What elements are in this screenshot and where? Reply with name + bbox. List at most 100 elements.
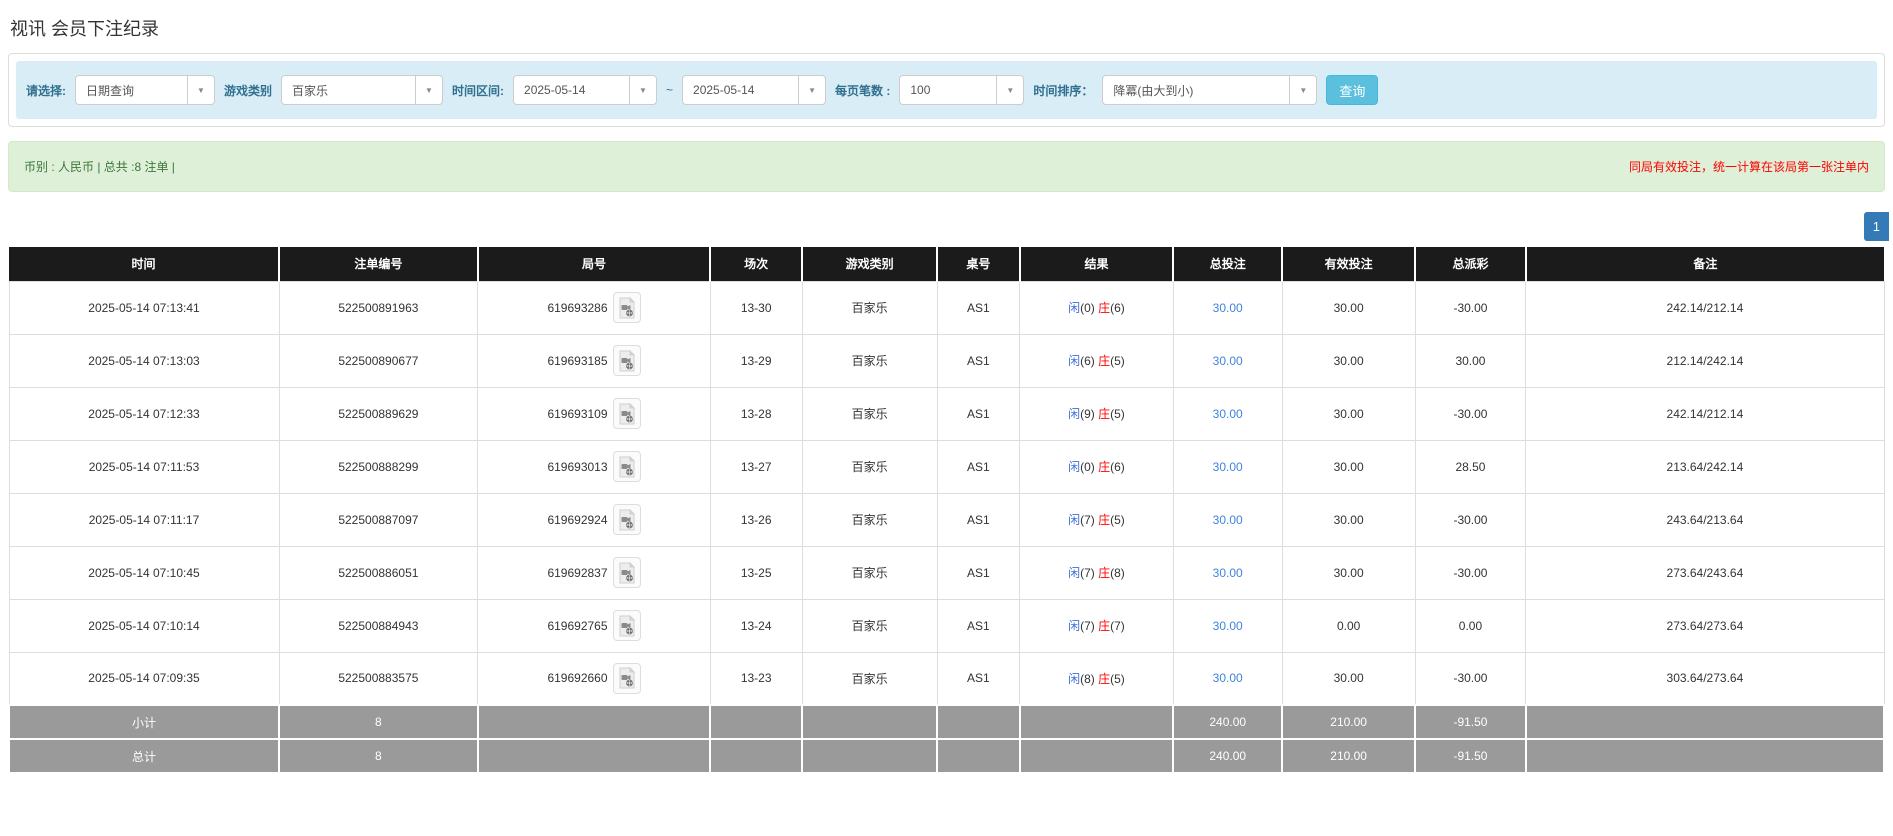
col-header-session: 场次: [709, 247, 804, 281]
video-record-icon[interactable]: [612, 345, 641, 376]
time-cell: 2025-05-14 07:12:33: [8, 386, 280, 441]
note-cell: 213.64/242.14: [1525, 439, 1885, 494]
total-bet-link[interactable]: 30.00: [1213, 619, 1243, 633]
time-cell: 2025-05-14 07:11:17: [8, 492, 280, 547]
subtotal-count: 8: [278, 704, 479, 740]
round-id-value: 619692924: [547, 512, 608, 527]
session-cell: 13-29: [709, 333, 803, 388]
result-player-score: (6): [1080, 354, 1095, 368]
result-banker-label: 庄: [1098, 671, 1111, 686]
table-no-cell: AS1: [936, 545, 1021, 600]
result-player-label: 闲: [1068, 513, 1081, 527]
video-record-icon[interactable]: [612, 451, 641, 482]
valid-bet-cell: 0.00: [1281, 598, 1416, 653]
table-row: 2025-05-14 07:09:35 522500883575 6196926…: [8, 651, 1885, 706]
total-bet-link[interactable]: 30.00: [1213, 513, 1243, 527]
time-cell: 2025-05-14 07:13:41: [8, 280, 280, 335]
result-banker-label: 庄: [1098, 619, 1111, 633]
round-id-value: 619692660: [547, 671, 608, 686]
video-record-icon[interactable]: [612, 292, 641, 323]
page-size-label: 每页笔数 :: [835, 83, 891, 98]
note-cell: 243.64/213.64: [1525, 492, 1885, 547]
result-player-label: 闲: [1068, 566, 1081, 580]
time-sort-value: 降冪(由大到小): [1113, 83, 1194, 98]
time-sort-select[interactable]: 降冪(由大到小) ▼: [1102, 75, 1318, 105]
round-id-value: 619693013: [547, 459, 608, 474]
game-type-select[interactable]: 百家乐 ▼: [281, 75, 444, 105]
note-cell: 303.64/273.64: [1525, 651, 1885, 706]
subtotal-payout: -91.50: [1414, 704, 1527, 740]
total-bet-cell: 30.00: [1172, 386, 1283, 441]
col-header-total-bet: 总投注: [1172, 247, 1284, 281]
table-no-cell: AS1: [936, 280, 1021, 335]
result-player-label: 闲: [1068, 619, 1081, 633]
bet-id-cell: 522500889629: [278, 386, 479, 441]
col-header-game-type: 游戏类别: [801, 247, 939, 281]
video-record-icon[interactable]: [612, 610, 641, 641]
total-total-bet: 240.00: [1172, 738, 1284, 774]
game-type-cell: 百家乐: [801, 492, 938, 547]
round-id-cell: 619693013: [477, 439, 711, 494]
result-banker-score: (5): [1110, 671, 1125, 686]
col-header-table-no: 桌号: [936, 247, 1021, 281]
total-bet-link[interactable]: 30.00: [1213, 407, 1243, 421]
col-header-payout: 总派彩: [1414, 247, 1527, 281]
session-cell: 13-25: [709, 545, 803, 600]
date-from-select[interactable]: 2025-05-14 ▼: [513, 75, 658, 105]
total-bet-link[interactable]: 30.00: [1213, 671, 1243, 685]
page-1-button[interactable]: 1: [1863, 212, 1889, 241]
table-no-cell: AS1: [936, 492, 1021, 547]
result-player-score: (0): [1080, 301, 1095, 315]
total-bet-link[interactable]: 30.00: [1213, 566, 1243, 580]
session-cell: 13-28: [709, 386, 803, 441]
chevron-down-icon: ▼: [996, 76, 1023, 104]
round-id-value: 619693109: [547, 406, 608, 421]
total-bet-link[interactable]: 30.00: [1213, 301, 1243, 315]
currency-summary-text: 币别 : 人民币 | 总共 :8 注单 |: [24, 160, 175, 174]
video-record-icon[interactable]: [612, 662, 641, 694]
total-bet-link[interactable]: 30.00: [1213, 354, 1243, 368]
total-bet-cell: 30.00: [1172, 333, 1283, 388]
total-count: 8: [278, 738, 479, 774]
table-row: 2025-05-14 07:11:17 522500887097 6196929…: [8, 492, 1885, 547]
result-player-score: (9): [1080, 407, 1095, 421]
round-id-cell: 619692924: [477, 492, 711, 547]
total-bet-cell: 30.00: [1172, 492, 1283, 547]
pagination: 1: [8, 212, 1889, 241]
round-id-cell: 619692837: [477, 545, 711, 600]
page-size-select[interactable]: 100 ▼: [899, 75, 1025, 105]
total-bet-cell: 30.00: [1172, 651, 1283, 706]
payout-cell: -30.00: [1414, 280, 1527, 335]
valid-bet-notice: 同局有效投注，统一计算在该局第一张注单内: [1628, 160, 1869, 174]
table-no-cell: AS1: [936, 333, 1021, 388]
game-type-value: 百家乐: [292, 83, 329, 98]
video-record-icon[interactable]: [612, 504, 641, 535]
result-banker-label: 庄: [1098, 407, 1111, 421]
bet-id-cell: 522500886051: [278, 545, 479, 600]
betting-records-table: 时间 注单编号 局号 场次 游戏类别 桌号 结果 总投注 有效投注 总派彩 备注…: [8, 247, 1886, 774]
subtotal-valid-bet: 210.00: [1281, 704, 1417, 740]
col-header-valid-bet: 有效投注: [1281, 247, 1417, 281]
round-id-cell: 619692765: [477, 598, 711, 653]
payout-cell: 28.50: [1414, 439, 1527, 494]
session-cell: 13-27: [709, 439, 803, 494]
video-record-icon[interactable]: [612, 557, 641, 588]
video-record-icon[interactable]: [612, 398, 641, 429]
result-cell: 闲(6) 庄(5): [1019, 333, 1174, 388]
query-type-label: 请选择:: [26, 83, 66, 98]
result-banker-score: (8): [1110, 566, 1125, 580]
game-type-cell: 百家乐: [801, 333, 938, 388]
total-bet-link[interactable]: 30.00: [1213, 460, 1243, 474]
game-type-cell: 百家乐: [801, 545, 938, 600]
result-player-score: (7): [1080, 513, 1095, 527]
result-banker-label: 庄: [1098, 513, 1111, 527]
valid-bet-cell: 30.00: [1281, 333, 1416, 388]
total-bet-cell: 30.00: [1172, 280, 1283, 335]
chevron-down-icon: ▼: [187, 76, 214, 104]
search-button[interactable]: 查询: [1326, 75, 1379, 105]
query-type-select[interactable]: 日期查询 ▼: [75, 75, 215, 105]
date-to-select[interactable]: 2025-05-14 ▼: [682, 75, 827, 105]
result-cell: 闲(7) 庄(8): [1019, 545, 1174, 600]
result-player-label: 闲: [1068, 671, 1081, 686]
session-cell: 13-26: [709, 492, 803, 547]
